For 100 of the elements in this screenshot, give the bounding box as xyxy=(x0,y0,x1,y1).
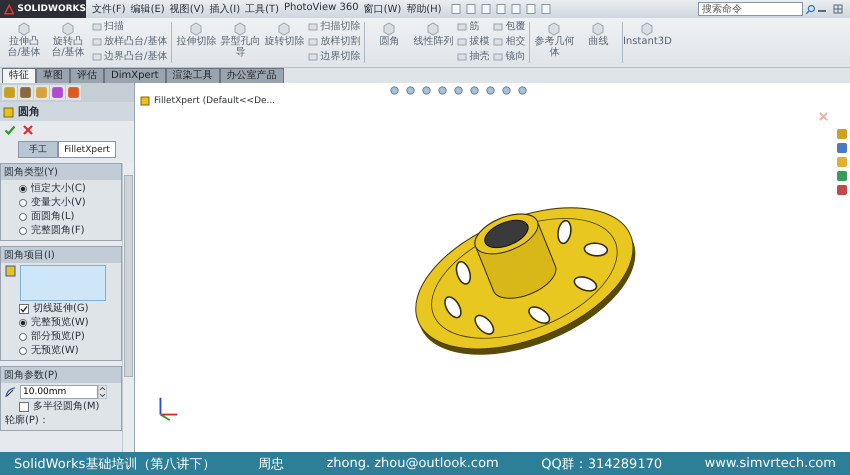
ribbon-command[interactable]: 相交 xyxy=(493,35,526,48)
hexagon-icon[interactable] xyxy=(381,20,398,36)
menu-item[interactable]: PhotoView 360 xyxy=(282,2,361,16)
radio-option[interactable]: 完整圆角(F) xyxy=(19,224,117,237)
view-tool-icon[interactable] xyxy=(421,85,432,96)
view-tool-icon[interactable] xyxy=(437,85,448,96)
command-icon[interactable] xyxy=(493,52,504,62)
command-icon[interactable] xyxy=(457,36,468,46)
toolbar-icon[interactable] xyxy=(480,3,492,15)
mode-button[interactable]: FilletXpert xyxy=(58,141,116,158)
part-icon[interactable] xyxy=(139,95,151,107)
panel-tab-icon[interactable] xyxy=(2,85,17,100)
ribbon-command[interactable]: 镜向 xyxy=(493,50,526,63)
view-tool-icon[interactable] xyxy=(405,85,416,96)
radio-option[interactable]: 恒定大小(C) xyxy=(19,182,117,195)
radio-option[interactable]: 面圆角(L) xyxy=(19,210,117,223)
task-pane-icon[interactable] xyxy=(836,128,848,140)
ribbon-command[interactable]: 旋转凸台/基体 xyxy=(48,20,88,58)
command-icon[interactable] xyxy=(457,52,468,62)
ribbon-command[interactable]: 线性阵列 xyxy=(413,20,454,47)
ribbon-command[interactable]: 筋 xyxy=(457,20,490,33)
task-pane-icon[interactable] xyxy=(836,142,848,154)
task-pane-icon[interactable] xyxy=(836,156,848,168)
ribbon-command[interactable]: 扫描 xyxy=(92,20,168,33)
ribbon-command[interactable]: 抽壳 xyxy=(457,50,490,63)
group-header[interactable]: 圆角参数(P) xyxy=(1,367,121,383)
panel-tab-icon[interactable] xyxy=(66,85,81,100)
ribbon-command[interactable]: 边界凸台/基体 xyxy=(92,50,168,63)
hexagon-icon[interactable] xyxy=(639,20,656,36)
search-icon[interactable] xyxy=(805,4,816,14)
panel-tab-icon[interactable] xyxy=(50,85,65,100)
menu-item[interactable]: 窗口(W) xyxy=(362,2,404,16)
hexagon-icon[interactable] xyxy=(232,20,248,36)
checkbox-option[interactable]: 多半径圆角(M) xyxy=(19,400,117,413)
hexagon-icon[interactable] xyxy=(16,20,32,36)
toolbar-icon[interactable] xyxy=(464,3,477,15)
command-icon[interactable] xyxy=(308,52,318,62)
ribbon-tab[interactable]: 特征 xyxy=(2,68,36,83)
mode-button[interactable]: 手工 xyxy=(18,141,58,158)
ribbon-command[interactable]: 圆角 xyxy=(369,20,410,47)
ribbon-command[interactable]: 包覆 xyxy=(493,20,526,33)
radio-option[interactable]: 无预览(W) xyxy=(19,344,117,357)
toolbar-icon[interactable] xyxy=(450,3,462,15)
radio-option[interactable]: 部分预览(P) xyxy=(19,330,117,343)
close-icon[interactable] xyxy=(22,124,34,136)
ribbon-command[interactable]: 异型孔向导 xyxy=(220,20,260,58)
view-tool-icon[interactable] xyxy=(453,85,464,96)
toolbar-icon[interactable] xyxy=(540,3,552,15)
hexagon-icon[interactable] xyxy=(60,20,76,36)
command-icon[interactable] xyxy=(493,36,504,46)
view-tool-icon[interactable] xyxy=(389,85,400,96)
ribbon-command[interactable]: 旋转切除 xyxy=(264,20,304,47)
ribbon-command[interactable]: 扫描切除 xyxy=(308,20,360,33)
checkbox[interactable] xyxy=(19,304,29,314)
ribbon-command[interactable]: 拉伸凸台/基体 xyxy=(4,20,44,58)
tree-item[interactable]: FilletXpert (Default<<De... xyxy=(154,96,276,106)
panel-tab-icon[interactable] xyxy=(34,85,49,100)
view-tool-icon[interactable] xyxy=(469,85,480,96)
tile-icon[interactable] xyxy=(832,3,844,15)
ribbon-command[interactable]: 参考几何体 xyxy=(534,20,574,58)
ribbon-command[interactable]: 边界切除 xyxy=(308,50,360,63)
panel-tab-icon[interactable] xyxy=(18,85,33,100)
menu-item[interactable]: 文件(F) xyxy=(90,2,128,16)
view-tool-icon[interactable] xyxy=(485,85,496,96)
radius-field[interactable]: 10.00mm xyxy=(20,385,98,399)
ribbon-tab[interactable]: 渲染工具 xyxy=(166,68,220,83)
ribbon-command[interactable]: 曲线 xyxy=(578,20,618,47)
toolbar-icon[interactable] xyxy=(524,3,537,15)
ribbon-command[interactable]: 放样切割 xyxy=(308,35,360,48)
task-pane-icon[interactable] xyxy=(836,184,848,196)
ribbon-command[interactable]: 拉伸切除 xyxy=(176,20,216,47)
radio-option[interactable]: 完整预览(W) xyxy=(19,316,117,329)
menu-item[interactable]: 插入(I) xyxy=(207,2,242,16)
checkbox[interactable] xyxy=(19,402,29,412)
command-icon[interactable] xyxy=(493,22,504,32)
checkmark-icon[interactable] xyxy=(4,124,16,136)
command-icon[interactable] xyxy=(457,22,468,32)
group-header[interactable]: 圆角项目(I) xyxy=(1,247,121,263)
menu-item[interactable]: 工具(T) xyxy=(243,2,282,16)
menu-item[interactable]: 帮助(H) xyxy=(404,2,444,16)
ribbon-tab[interactable]: DimXpert xyxy=(104,68,166,83)
ribbon-tab[interactable]: 办公室产品 xyxy=(220,68,284,83)
hexagon-icon[interactable] xyxy=(276,20,292,36)
hexagon-icon[interactable] xyxy=(188,20,204,36)
hexagon-icon[interactable] xyxy=(590,20,606,36)
radio-option[interactable]: 变量大小(V) xyxy=(19,196,117,209)
ribbon-command[interactable]: 放样凸台/基体 xyxy=(92,35,168,48)
ribbon-tab[interactable]: 草图 xyxy=(36,68,70,83)
ribbon-command[interactable]: 拔模 xyxy=(457,35,490,48)
task-pane-icon[interactable] xyxy=(836,170,848,182)
view-tool-icon[interactable] xyxy=(517,85,528,96)
ribbon-tab[interactable]: 评估 xyxy=(70,68,104,83)
command-icon[interactable] xyxy=(308,36,318,46)
search-field[interactable]: 搜索命令 xyxy=(698,2,803,16)
confirm-corner-icon[interactable] xyxy=(818,111,829,122)
checkbox-option[interactable]: 切线延伸(G) xyxy=(19,302,117,315)
hexagon-icon[interactable] xyxy=(546,20,562,36)
menu-item[interactable]: 编辑(E) xyxy=(128,2,167,16)
scrollbar[interactable] xyxy=(122,163,134,452)
toolbar-icon[interactable] xyxy=(494,3,507,15)
